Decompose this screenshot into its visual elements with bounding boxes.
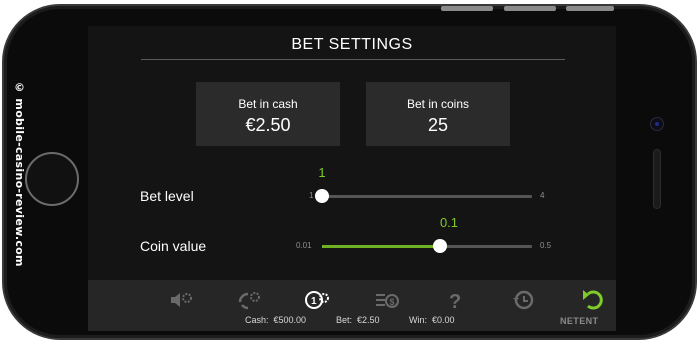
- bet-in-cash-panel: Bet in cash €2.50: [196, 82, 340, 146]
- win-value: €0.00: [432, 315, 455, 325]
- netent-logo: NETENT: [560, 316, 599, 326]
- page-title: BET SETTINGS: [291, 36, 413, 53]
- bet-level-max: 4: [540, 191, 545, 200]
- coin-value-label: Coin value: [140, 238, 207, 254]
- bet-in-cash-label: Bet in cash: [238, 97, 298, 111]
- title-divider: [141, 59, 565, 60]
- bet-level-value: 1: [318, 165, 326, 180]
- watermark: © mobile-casino-review.com: [13, 81, 26, 267]
- bet-in-coins-value: 25: [427, 115, 449, 135]
- power-button: [566, 6, 614, 11]
- speaker-grille: [653, 149, 661, 209]
- svg-text:?: ?: [449, 291, 461, 312]
- svg-text:1: 1: [311, 296, 317, 307]
- coin-value-min: 0.01: [296, 241, 312, 250]
- win-label: Win:: [409, 315, 427, 325]
- camera-icon: [650, 117, 664, 131]
- coin-value-fill: [322, 245, 440, 248]
- bet-readout: Bet: €2.50: [336, 315, 380, 325]
- help-icon[interactable]: ?: [442, 288, 468, 313]
- game-screen: BET SETTINGS Bet in cash €2.50 Bet in co…: [88, 26, 616, 331]
- bottom-toolbar: 1 $ ? Cash: €500.00 Bet: €2.50 Win: €0.0…: [88, 280, 616, 331]
- coin-value-max: 0.5: [540, 241, 552, 250]
- win-readout: Win: €0.00: [409, 315, 455, 325]
- bet-level-thumb[interactable]: [315, 189, 329, 203]
- svg-text:$: $: [390, 297, 395, 307]
- back-icon[interactable]: [580, 288, 606, 312]
- bet-value: €2.50: [357, 315, 380, 325]
- bet-level-slider[interactable]: [315, 189, 532, 203]
- home-button[interactable]: [25, 152, 79, 206]
- bet-settings-icon[interactable]: $: [374, 288, 400, 312]
- bet-level-label: Bet level: [140, 188, 194, 204]
- coin-settings-icon[interactable]: 1: [304, 288, 330, 312]
- cash-value: €500.00: [273, 315, 307, 325]
- cash-label: Cash:: [245, 315, 269, 325]
- volume-up-button: [441, 6, 493, 11]
- sound-settings-icon[interactable]: [168, 288, 194, 312]
- phone-frame: © mobile-casino-review.com BET SETTINGS …: [2, 4, 697, 340]
- bet-in-coins-panel: Bet in coins 25: [366, 82, 510, 146]
- history-icon[interactable]: [510, 288, 536, 312]
- bet-level-min: 1: [309, 191, 314, 200]
- autoplay-settings-icon[interactable]: [236, 288, 262, 312]
- coin-value-slider[interactable]: [322, 239, 532, 253]
- coin-value-thumb[interactable]: [433, 239, 447, 253]
- bet-label: Bet:: [336, 315, 353, 325]
- coin-value-value: 0.1: [439, 215, 459, 230]
- bet-in-cash-value: €2.50: [245, 115, 291, 135]
- cash-readout: Cash: €500.00: [245, 315, 306, 325]
- bet-in-coins-label: Bet in coins: [406, 97, 470, 111]
- volume-down-button: [504, 6, 556, 11]
